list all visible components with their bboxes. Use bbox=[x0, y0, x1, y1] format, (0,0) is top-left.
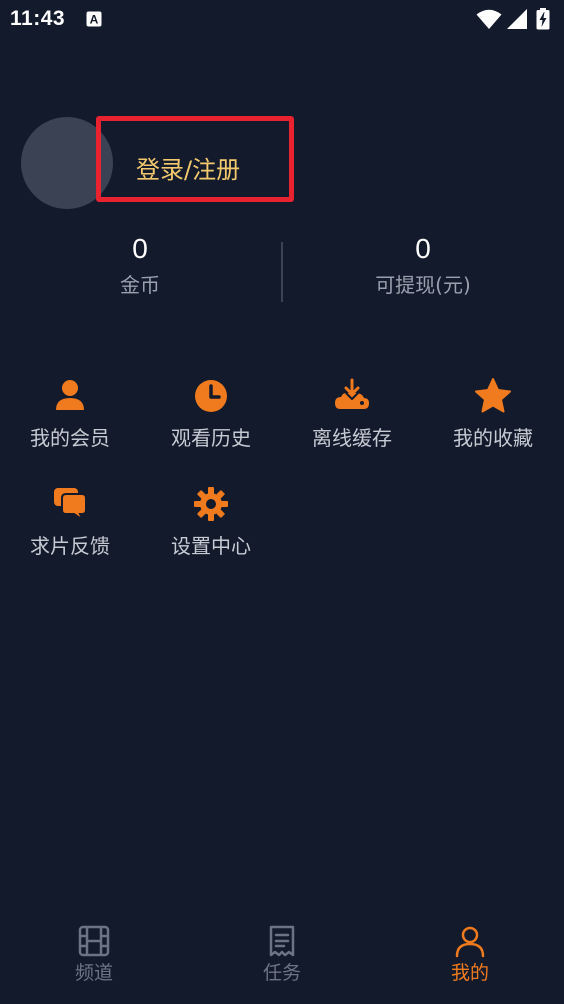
withdrawable-label: 可提现(元) bbox=[375, 273, 471, 297]
user-icon bbox=[56, 380, 84, 410]
a-notification-icon: A bbox=[86, 11, 102, 27]
signal-icon bbox=[507, 9, 527, 29]
menu-label: 设置中心 bbox=[171, 534, 251, 558]
tab-mine[interactable]: 我的 bbox=[410, 924, 530, 986]
menu-label: 求片反馈 bbox=[30, 534, 110, 558]
tab-channels[interactable]: 频道 bbox=[34, 924, 154, 986]
menu-item-request-feedback[interactable]: 求片反馈 bbox=[0, 484, 140, 560]
tab-tasks[interactable]: 任务 bbox=[222, 924, 342, 986]
menu-item-membership[interactable]: 我的会员 bbox=[0, 376, 140, 452]
menu-label: 观看历史 bbox=[171, 426, 251, 450]
film-icon bbox=[78, 925, 110, 957]
person-icon bbox=[455, 926, 485, 958]
star-icon bbox=[475, 378, 511, 413]
status-icons bbox=[476, 8, 556, 30]
menu-item-history[interactable]: 观看历史 bbox=[141, 376, 281, 452]
battery-charging-icon bbox=[536, 8, 550, 30]
menu-label: 我的会员 bbox=[30, 426, 110, 450]
menu-item-settings[interactable]: 设置中心 bbox=[141, 484, 281, 560]
cloud-download-icon bbox=[335, 378, 369, 409]
status-bar: 11:43 A bbox=[0, 0, 564, 38]
menu-item-offline-cache[interactable]: 离线缓存 bbox=[282, 376, 422, 452]
svg-text:A: A bbox=[90, 13, 99, 27]
withdrawable-value: 0 bbox=[415, 233, 431, 264]
status-time: 11:43 bbox=[10, 7, 66, 30]
menu-label: 我的收藏 bbox=[453, 426, 533, 450]
wifi-icon bbox=[476, 9, 502, 29]
withdrawable-stat[interactable]: 0 可提现(元) bbox=[283, 232, 563, 298]
nav-label: 任务 bbox=[262, 962, 301, 984]
nav-label: 我的 bbox=[450, 962, 489, 984]
coins-value: 0 bbox=[132, 233, 148, 264]
coins-stat[interactable]: 0 金币 bbox=[0, 232, 280, 298]
clock-icon bbox=[195, 380, 227, 412]
menu-label: 离线缓存 bbox=[312, 426, 392, 450]
chat-bubbles-icon bbox=[54, 488, 87, 523]
coins-label: 金币 bbox=[120, 273, 160, 297]
nav-label: 频道 bbox=[74, 962, 113, 984]
gear-icon bbox=[194, 487, 228, 521]
bottom-nav: 频道 任务 我的 bbox=[0, 904, 564, 1004]
login-register-link[interactable]: 登录/注册 bbox=[136, 150, 240, 185]
task-list-icon bbox=[269, 925, 295, 957]
menu-item-favorites[interactable]: 我的收藏 bbox=[423, 376, 563, 452]
